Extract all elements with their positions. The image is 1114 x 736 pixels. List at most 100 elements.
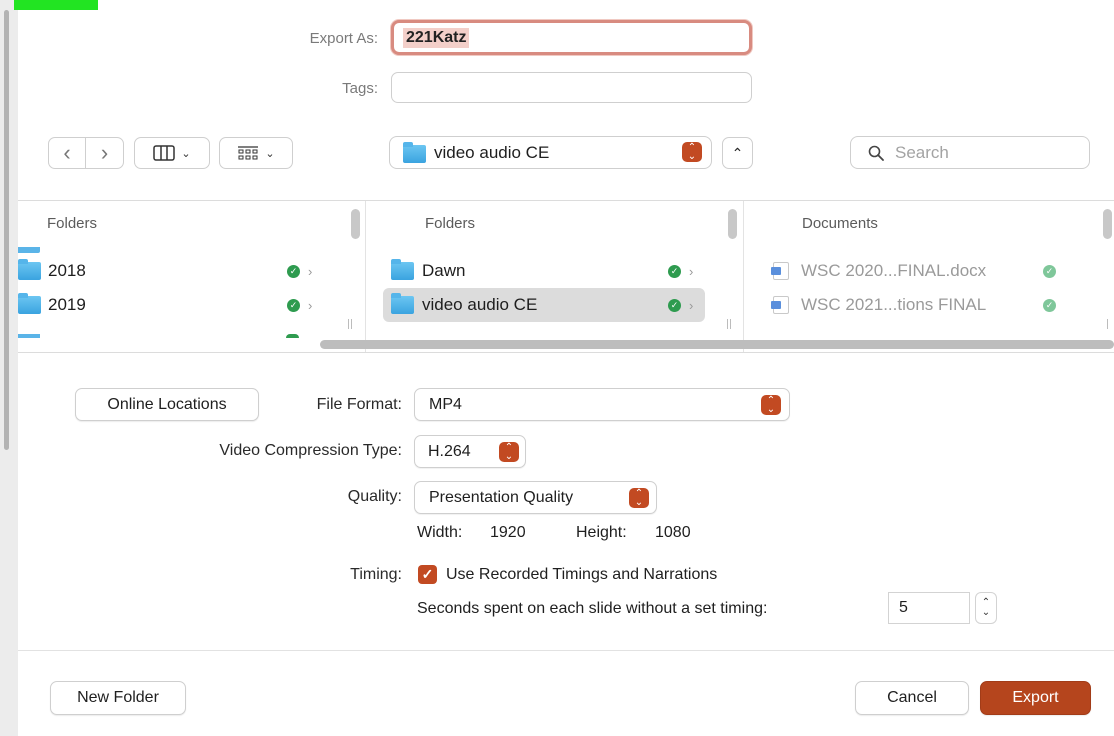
synced-check-icon: ✓	[287, 298, 300, 312]
cancel-button[interactable]: Cancel	[855, 681, 969, 715]
column-divider	[365, 201, 366, 352]
list-item-label: 2019	[48, 295, 86, 314]
synced-check-icon: ✓	[1043, 298, 1056, 312]
chevron-right-icon: ›	[100, 140, 109, 165]
search-icon	[868, 145, 884, 161]
online-locations-button[interactable]: Online Locations	[75, 388, 259, 421]
file-format-value: MP4	[429, 395, 462, 413]
location-popup[interactable]: video audio CE ⌃ ⌄	[389, 136, 712, 169]
column-resize-handle[interactable]	[348, 319, 349, 329]
collapse-browser-button[interactable]: ⌃	[722, 137, 753, 169]
column-resize-handle[interactable]	[727, 319, 728, 329]
column-resize-handle[interactable]	[1107, 319, 1108, 329]
height-label: Height:	[576, 524, 627, 541]
compression-popup[interactable]: H.264 ⌃ ⌄	[414, 435, 526, 468]
folder-icon-partial	[18, 334, 40, 338]
list-item-label: video audio CE	[422, 295, 538, 314]
synced-check-icon: ✓	[287, 264, 300, 278]
folder-icon	[18, 259, 41, 280]
search-placeholder: Search	[895, 143, 949, 162]
horizontal-scrollbar[interactable]	[320, 340, 1114, 349]
column-view-icon	[153, 145, 176, 161]
synced-check-icon-partial	[286, 334, 299, 338]
column-scrollbar[interactable]	[351, 209, 360, 239]
seconds-label: Seconds spent on each slide without a se…	[417, 600, 768, 617]
list-item-label: WSC 2021...tions FINAL	[801, 295, 987, 314]
quality-popup[interactable]: Presentation Quality ⌃ ⌄	[414, 481, 657, 514]
corner-marker	[14, 0, 98, 10]
forward-button[interactable]: ›	[85, 137, 124, 169]
footer-divider	[18, 650, 1114, 651]
popup-stepper-icon: ⌃ ⌄	[629, 488, 649, 508]
list-item-label: 2018	[48, 261, 86, 280]
export-as-value: 221Katz	[403, 28, 470, 48]
file-format-label: File Format:	[316, 396, 402, 413]
timing-label: Timing:	[350, 566, 402, 583]
seconds-input[interactable]: 5	[888, 592, 970, 624]
popup-stepper-icon: ⌃ ⌄	[761, 395, 781, 415]
export-as-label: Export As:	[309, 30, 378, 47]
compression-value: H.264	[428, 442, 471, 460]
column-resize-handle[interactable]	[351, 319, 352, 329]
use-recorded-checkbox[interactable]: ✓	[418, 565, 437, 584]
window-edge	[0, 0, 18, 736]
chevron-right-icon: ›	[308, 263, 313, 279]
quality-label: Quality:	[347, 488, 402, 505]
list-item-disabled: WSC 2020...FINAL.docx ✓	[770, 254, 1080, 288]
list-item-selected[interactable]: video audio CE ✓ ›	[383, 288, 705, 322]
width-value: 1920	[490, 524, 526, 541]
popup-stepper-icon: ⌃ ⌄	[499, 442, 519, 462]
chevron-right-icon: ›	[689, 297, 694, 313]
search-field[interactable]: Search	[850, 136, 1090, 169]
column-header: Folders	[425, 215, 476, 232]
word-document-icon	[771, 296, 789, 314]
column-browser[interactable]: Folders 2018 ✓ › 2019 ✓ › Folders Dawn ✓…	[18, 200, 1114, 353]
folder-icon-partial	[18, 247, 40, 253]
compression-label: Video Compression Type:	[219, 442, 402, 459]
chevron-down-icon: ⌄	[181, 147, 191, 160]
file-format-popup[interactable]: MP4 ⌃ ⌄	[414, 388, 790, 421]
folder-icon	[403, 142, 426, 163]
export-button[interactable]: Export	[980, 681, 1091, 715]
tags-field[interactable]	[391, 72, 752, 103]
seconds-value: 5	[899, 599, 908, 616]
word-document-icon	[771, 262, 789, 280]
back-button[interactable]: ‹	[48, 137, 86, 169]
view-mode-button[interactable]: ⌄	[134, 137, 210, 169]
list-item[interactable]: Dawn ✓ ›	[383, 254, 705, 288]
synced-check-icon: ✓	[668, 264, 681, 278]
export-as-field[interactable]: 221Katz	[391, 20, 752, 55]
height-value: 1080	[655, 524, 691, 541]
column-scrollbar[interactable]	[1103, 209, 1112, 239]
group-button[interactable]: ⌄	[219, 137, 293, 169]
synced-check-icon: ✓	[668, 298, 681, 312]
column-resize-handle[interactable]	[730, 319, 731, 329]
folder-icon	[18, 293, 41, 314]
column-header: Documents	[802, 215, 878, 232]
folder-icon	[391, 259, 414, 280]
new-folder-button[interactable]: New Folder	[50, 681, 186, 715]
folder-icon	[391, 293, 414, 314]
use-recorded-label: Use Recorded Timings and Narrations	[446, 566, 718, 583]
quality-value: Presentation Quality	[429, 488, 574, 506]
chevron-down-icon: ⌄	[265, 147, 275, 160]
list-item-disabled: WSC 2021...tions FINAL ✓	[770, 288, 1080, 322]
popup-stepper-icon: ⌃ ⌄	[682, 142, 702, 162]
chevron-right-icon: ›	[689, 263, 694, 279]
list-item-label: Dawn	[422, 261, 466, 280]
current-folder-label: video audio CE	[434, 143, 550, 162]
window-edge-scrollbar	[4, 10, 9, 450]
seconds-stepper[interactable]: ⌃ ⌄	[975, 592, 997, 624]
list-item[interactable]: 2019 ✓ ›	[18, 288, 338, 322]
synced-check-icon: ✓	[1043, 264, 1056, 278]
stepper-down-icon[interactable]: ⌄	[982, 608, 990, 618]
tags-label: Tags:	[342, 80, 378, 97]
chevron-up-icon: ⌃	[731, 144, 744, 161]
width-label: Width:	[417, 524, 463, 541]
group-grid-icon	[238, 146, 259, 160]
chevron-right-icon: ›	[308, 297, 313, 313]
column-scrollbar[interactable]	[728, 209, 737, 239]
chevron-left-icon: ‹	[63, 140, 71, 165]
column-header: Folders	[47, 215, 98, 232]
list-item[interactable]: 2018 ✓ ›	[18, 254, 338, 288]
